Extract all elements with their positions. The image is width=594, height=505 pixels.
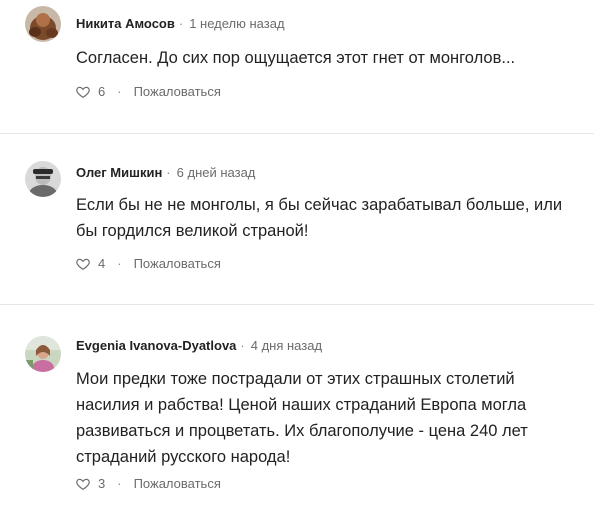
comment-meta: Олег Мишкин · 6 дней назад [76,165,255,181]
meta-separator: · [240,338,245,353]
avatar[interactable] [25,336,61,372]
user-avatar-icon [25,6,61,42]
avatar[interactable] [25,6,61,42]
user-avatar-icon [25,161,61,197]
comment-actions: 6 · Пожаловаться [76,84,221,100]
heart-icon[interactable] [76,477,90,491]
comment-time[interactable]: 1 неделю назад [189,16,284,31]
heart-icon[interactable] [76,85,90,99]
actions-separator: · [117,476,122,491]
comment-actions: 3 · Пожаловаться [76,476,221,492]
comment-meta: Evgenia Ivanova-Dyatlova · 4 дня назад [76,338,322,354]
comment-text: Согласен. До сих пор ощущается этот гнет… [76,49,516,67]
comment-meta: Никита Амосов · 1 неделю назад [76,16,285,32]
comment-time[interactable]: 4 дня назад [251,338,322,353]
author-name[interactable]: Олег Мишкин [76,165,162,180]
heart-icon[interactable] [76,257,90,271]
actions-separator: · [117,84,122,99]
author-name[interactable]: Evgenia Ivanova-Dyatlova [76,338,236,353]
like-count: 3 [98,476,106,491]
report-link[interactable]: Пожаловаться [134,84,221,100]
comment-text: Мои предки тоже пострадали от этих страш… [76,370,528,466]
divider [0,304,594,305]
meta-separator: · [166,165,171,180]
like-count: 6 [98,84,106,99]
actions-separator: · [117,256,122,271]
comment-time[interactable]: 6 дней назад [177,165,256,180]
user-avatar-icon [25,336,61,372]
report-link[interactable]: Пожаловаться [134,256,221,272]
comment-actions: 4 · Пожаловаться [76,256,221,272]
avatar[interactable] [25,161,61,197]
report-link[interactable]: Пожаловаться [134,476,221,492]
author-name[interactable]: Никита Амосов [76,16,175,31]
like-count: 4 [98,256,106,271]
comment-text: Если бы не не монголы, я бы сейчас зараб… [76,196,563,240]
meta-separator: · [178,16,184,31]
divider [0,133,594,134]
